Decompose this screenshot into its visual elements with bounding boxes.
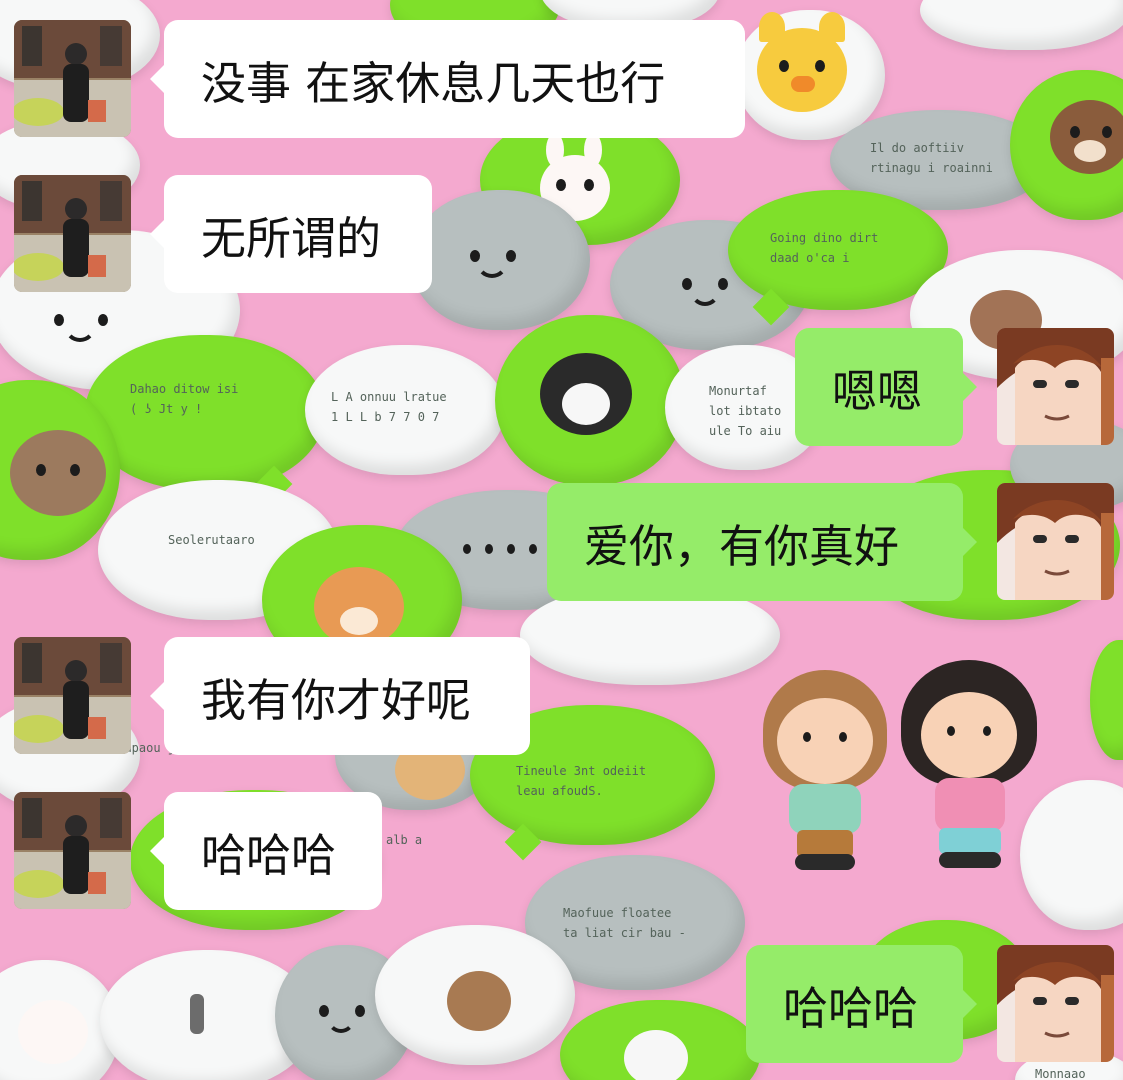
message-bubble[interactable]: 哈哈哈 — [150, 792, 382, 910]
user-avatar[interactable] — [997, 328, 1114, 445]
girl-face — [921, 692, 1017, 778]
smile-icon — [690, 290, 720, 306]
girl-shoes — [939, 852, 1001, 868]
snout-icon — [1074, 140, 1106, 162]
wallpaper-text: Maofuue floatee ta liat cir bau - — [563, 906, 686, 940]
eye-icon — [470, 250, 480, 262]
message-bubble[interactable]: 嗯嗯 — [795, 328, 977, 446]
smile-icon — [64, 326, 96, 342]
user-avatar[interactable] — [997, 945, 1114, 1062]
wallpaper-text: Il do aoftiiv rtinagu i roainni — [870, 141, 993, 175]
bear-face-icon — [447, 971, 511, 1031]
wallpaper-text: Monurtaf lot ibtato ule To aiu — [709, 384, 782, 438]
wallpaper-text: alb a — [386, 833, 423, 847]
wallpaper-bubble — [375, 925, 575, 1065]
beak-icon — [791, 76, 815, 92]
eye-icon — [1070, 126, 1080, 138]
girl-shirt — [789, 784, 861, 834]
snout-icon — [340, 607, 378, 635]
wallpaper-text: Seolerutaaro — [168, 533, 255, 547]
wallpaper-bubble — [920, 0, 1123, 50]
eye-icon — [803, 732, 811, 742]
eye-icon — [54, 314, 64, 326]
wallpaper-text: Tineule 3nt odeiit leau afoudS. — [516, 764, 647, 798]
eye-icon — [355, 1005, 365, 1017]
wallpaper-bubble: L A onnuu lratue 1 L L b 7 7 0 7 — [305, 345, 505, 475]
wallpaper-bubble — [495, 315, 685, 485]
eye-icon — [983, 726, 991, 736]
person-street-photo-icon — [14, 792, 131, 909]
wallpaper-text: Going dino dirt daad o'ca i — [770, 231, 879, 265]
smile-icon — [476, 262, 508, 278]
eye-icon — [839, 732, 847, 742]
wallpaper-bubble — [560, 1000, 760, 1080]
wallpaper-bubble — [1090, 640, 1123, 760]
wallpaper-bubble — [735, 10, 885, 140]
wallpaper-bubble — [410, 190, 590, 330]
anime-character-avatar-icon — [997, 483, 1114, 600]
bear-face-icon — [1050, 100, 1123, 174]
eye-icon — [507, 544, 515, 554]
ear-icon — [819, 12, 845, 42]
duck-face-icon — [757, 12, 847, 112]
message-bubble[interactable]: 爱你，有你真好 — [547, 483, 977, 601]
eye-icon — [529, 544, 537, 554]
contact-avatar[interactable] — [14, 175, 131, 292]
girl-pants — [939, 828, 1001, 854]
eye-icon — [319, 1005, 329, 1017]
ear-icon — [759, 12, 785, 42]
message-bubble[interactable]: 我有你才好呢 — [150, 637, 530, 755]
person-street-photo-icon — [14, 637, 131, 754]
eye-icon — [779, 60, 789, 72]
eye-icon — [70, 464, 80, 476]
message-bubble[interactable]: 无所谓的 — [150, 175, 432, 293]
girl-shoes — [795, 854, 855, 870]
wallpaper-bubble: Dahao ditow isi ( ʖ Jt y ! — [85, 335, 325, 503]
eye-icon — [506, 250, 516, 262]
bear-face-icon — [10, 430, 106, 516]
eye-icon — [584, 179, 594, 191]
message-bubble[interactable]: 哈哈哈 — [746, 945, 977, 1063]
contact-avatar[interactable] — [14, 637, 131, 754]
ear-icon — [584, 133, 602, 167]
eye-icon — [718, 278, 728, 290]
wallpaper-shape — [190, 994, 204, 1034]
eye-icon — [556, 179, 566, 191]
girl-figure-right — [895, 660, 1045, 880]
rabbit-face-icon — [18, 1000, 88, 1064]
message-bubble[interactable]: 没事 在家休息几天也行 — [150, 20, 745, 138]
wallpaper-bubble: Going dino dirt daad o'ca i — [728, 190, 948, 326]
wallpaper-text: Dahao ditow isi ( ʖ Jt y ! — [130, 382, 239, 416]
girl-figure-left — [755, 670, 895, 880]
anime-character-avatar-icon — [997, 328, 1114, 445]
wallpaper-bubble — [1010, 70, 1123, 220]
girl-shirt — [935, 778, 1005, 832]
girl-face — [777, 698, 873, 784]
user-avatar[interactable] — [997, 483, 1114, 600]
wallpaper-text: L A onnuu lratue 1 L L b 7 7 0 7 — [331, 390, 447, 424]
bear-face-icon — [314, 567, 404, 647]
eye-icon — [947, 726, 955, 736]
eye-icon — [98, 314, 108, 326]
cat-face-icon — [624, 1030, 688, 1080]
eye-icon — [463, 544, 471, 554]
contact-avatar[interactable] — [14, 792, 131, 909]
eye-icon — [485, 544, 493, 554]
eye-icon — [815, 60, 825, 72]
person-street-photo-icon — [14, 175, 131, 292]
wallpaper-text: Monnaao — [1035, 1067, 1086, 1080]
eye-icon — [682, 278, 692, 290]
smile-icon — [327, 1019, 355, 1033]
anime-character-avatar-icon — [997, 945, 1114, 1062]
ear-icon — [546, 133, 564, 167]
contact-avatar[interactable] — [14, 20, 131, 137]
muzzle-icon — [562, 383, 610, 425]
eye-icon — [1102, 126, 1112, 138]
eye-icon — [36, 464, 46, 476]
panda-face-icon — [540, 353, 632, 435]
person-street-photo-icon — [14, 20, 131, 137]
